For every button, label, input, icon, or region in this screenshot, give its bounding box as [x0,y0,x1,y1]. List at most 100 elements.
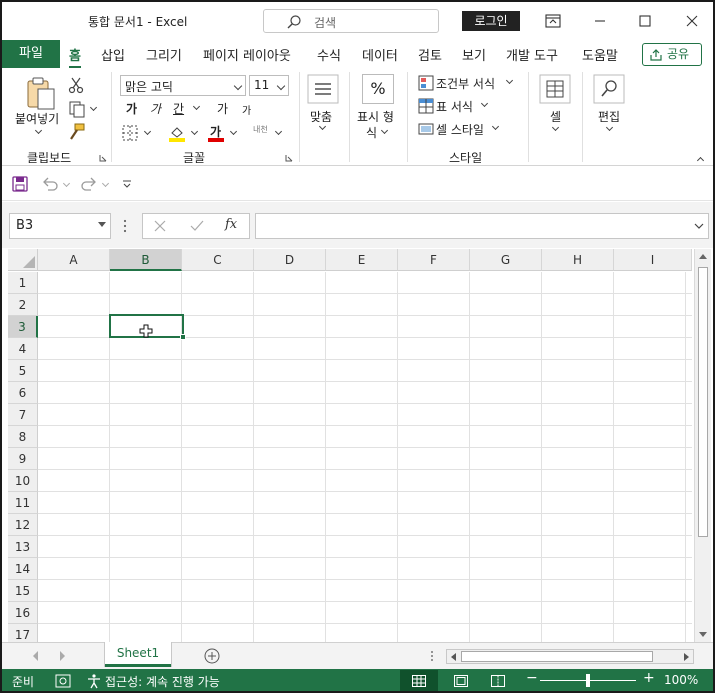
row-header-5[interactable]: 5 [8,360,38,382]
format-as-table-button[interactable]: 표 서식 [436,98,473,115]
scroll-up-icon[interactable] [699,253,707,259]
font-dialog-launcher-icon[interactable] [285,154,293,162]
cut-icon[interactable] [68,76,84,94]
editing-label[interactable]: 편집 [598,108,620,125]
format-painter-icon[interactable] [68,123,86,141]
zoom-in-button[interactable]: + [643,670,655,686]
cancel-icon[interactable] [154,220,166,232]
column-header-a[interactable]: A [38,249,110,271]
scroll-left-icon[interactable] [450,653,456,661]
cells-label[interactable]: 셀 [550,108,561,125]
copy-icon[interactable] [68,100,86,118]
number-format-button[interactable]: % [362,74,394,104]
name-box-dropdown-icon[interactable] [98,222,106,228]
column-header-c[interactable]: C [182,249,254,271]
minimize-icon[interactable] [590,11,610,31]
view-normal-button[interactable] [400,670,438,691]
row-header-10[interactable]: 10 [8,470,38,492]
fill-handle[interactable] [180,334,186,340]
column-header-f[interactable]: F [398,249,470,271]
close-icon[interactable] [682,11,702,31]
cell-styles-chevron-icon[interactable] [491,122,500,131]
shrink-font-button[interactable]: 가 [242,102,251,117]
name-box[interactable]: B3 [9,213,111,239]
row-header-12[interactable]: 12 [8,514,38,536]
customize-qat-icon[interactable] [122,179,132,189]
borders-chevron-icon[interactable] [143,127,152,136]
cells-icon[interactable] [539,74,571,104]
sheet-tab-sheet1[interactable]: Sheet1 [105,642,171,667]
conditional-formatting-button[interactable]: 조건부 서식 [436,75,495,92]
maximize-icon[interactable] [635,11,655,31]
borders-icon[interactable] [122,125,138,141]
select-all-button[interactable] [8,249,38,271]
number-format-label-2[interactable]: 식 [366,124,377,141]
horizontal-scroll-thumb[interactable] [461,651,653,662]
column-header-d[interactable]: D [254,249,326,271]
paste-label[interactable]: 붙여넣기 [15,110,59,127]
underline-chevron-icon[interactable] [192,102,201,111]
grow-font-button[interactable]: 가 [217,100,228,117]
row-header-6[interactable]: 6 [8,382,38,404]
number-format-label-1[interactable]: 표시 형 [357,108,394,125]
row-header-1[interactable]: 1 [8,272,38,294]
collapse-ribbon-icon[interactable] [696,156,705,165]
font-size-select[interactable]: 11 [249,75,289,96]
share-button[interactable]: 공유 [642,43,702,66]
redo-chevron-icon[interactable] [101,179,110,188]
insert-function-button[interactable]: fx [225,217,237,232]
tab-data[interactable]: 데이터 [362,45,398,64]
save-icon[interactable] [12,176,28,192]
accessibility-icon[interactable] [86,673,102,689]
paste-chevron-icon[interactable] [34,126,43,135]
scroll-right-icon[interactable] [684,653,690,661]
formula-input[interactable] [255,213,709,239]
more-options-icon[interactable] [122,219,128,233]
redo-icon[interactable] [80,176,98,192]
zoom-slider-thumb[interactable] [586,674,590,687]
cell-mode-icon[interactable] [55,674,71,688]
accessibility-status[interactable]: 접근성: 계속 진행 가능 [105,673,220,690]
expand-formula-bar-icon[interactable] [694,222,704,230]
copy-chevron-icon[interactable] [89,103,98,112]
alignment-icon[interactable] [307,74,339,104]
bold-button[interactable]: 가 [126,100,137,117]
row-header-13[interactable]: 13 [8,536,38,558]
dialog-launcher-icon[interactable] [99,154,107,162]
undo-chevron-icon[interactable] [62,179,71,188]
undo-icon[interactable] [41,176,59,192]
row-header-2[interactable]: 2 [8,294,38,316]
tab-split-handle-icon[interactable] [430,650,434,662]
column-header-h[interactable]: H [542,249,614,271]
enter-icon[interactable] [190,220,204,232]
view-page-break-button[interactable] [479,670,517,691]
row-header-11[interactable]: 11 [8,492,38,514]
number-format-chevron-icon[interactable] [380,126,389,135]
tab-home[interactable]: 홈 [69,45,81,69]
row-header-3[interactable]: 3 [8,316,38,338]
row-header-16[interactable]: 16 [8,602,38,624]
conditional-formatting-chevron-icon[interactable] [505,76,514,85]
font-color-chevron-icon[interactable] [229,127,238,136]
tab-formulas[interactable]: 수식 [317,45,341,64]
format-as-table-chevron-icon[interactable] [480,99,489,108]
column-header-b[interactable]: B [110,249,182,271]
zoom-out-button[interactable]: − [526,670,538,686]
prev-sheet-icon[interactable] [32,651,38,661]
horizontal-scrollbar[interactable] [446,649,694,664]
column-header-e[interactable]: E [326,249,398,271]
fill-color-icon[interactable] [168,124,186,142]
scroll-down-icon[interactable] [699,632,707,638]
column-header-g[interactable]: G [470,249,542,271]
cell-styles-icon[interactable] [418,121,434,137]
zoom-level[interactable]: 100% [664,673,698,687]
row-header-14[interactable]: 14 [8,558,38,580]
ribbon-display-options-icon[interactable] [543,11,563,31]
new-sheet-icon[interactable] [204,648,220,664]
paste-icon[interactable] [24,76,58,112]
tab-page-layout[interactable]: 페이지 레이아웃 [203,45,291,64]
row-header-4[interactable]: 4 [8,338,38,360]
login-button[interactable]: 로그인 [462,11,520,31]
editing-icon[interactable] [593,74,625,104]
row-header-9[interactable]: 9 [8,448,38,470]
